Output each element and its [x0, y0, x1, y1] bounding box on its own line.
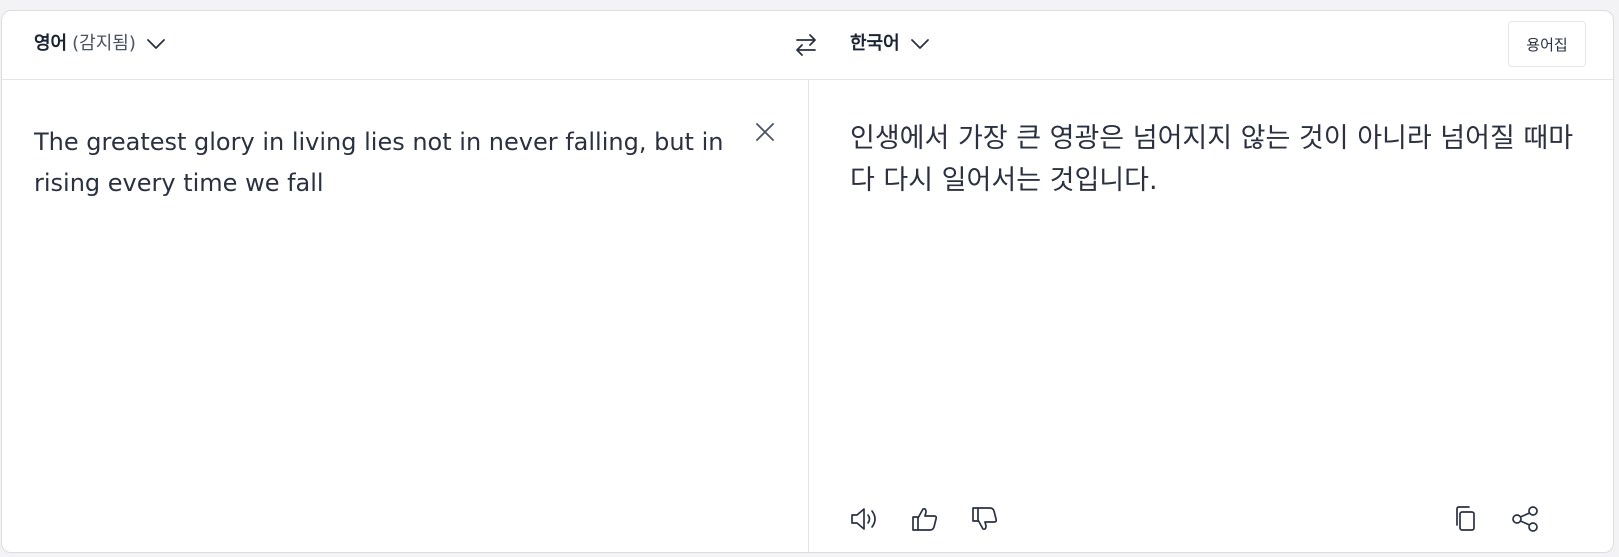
translation-output: 인생에서 가장 큰 영광은 넘어지지 않는 것이 아니라 넘어질 때마다 다시 … [850, 123, 1574, 196]
thumbs-down-icon[interactable] [969, 503, 1001, 535]
source-panel: The greatest glory in living lies not in… [2, 80, 808, 552]
translator-app: 영어 (감지됨) 한국어 용어집 The greatest glory in l… [1, 10, 1614, 553]
source-text-input[interactable]: The greatest glory in living lies not in… [34, 122, 734, 204]
glossary-button[interactable]: 용어집 [1508, 21, 1586, 67]
detected-label: (감지됨) [72, 33, 136, 54]
source-language-selector[interactable]: 영어 (감지됨) [34, 33, 166, 55]
target-panel: 인생에서 가장 큰 영광은 넘어지지 않는 것이 아니라 넘어질 때마다 다시 … [809, 80, 1613, 552]
chevron-down-icon [146, 39, 165, 49]
chevron-down-icon [910, 39, 929, 49]
copy-icon[interactable] [1450, 503, 1482, 535]
share-icon[interactable] [1509, 503, 1541, 535]
thumbs-up-icon[interactable] [909, 503, 941, 535]
speaker-icon[interactable] [848, 503, 880, 535]
swap-arrows-icon[interactable] [791, 30, 821, 60]
translator-header: 영어 (감지됨) 한국어 용어집 [2, 11, 1613, 80]
source-language-name: 영어 [34, 33, 68, 54]
target-language-name: 한국어 [850, 33, 900, 54]
close-icon[interactable] [754, 121, 776, 143]
target-language-selector[interactable]: 한국어 [850, 33, 930, 55]
